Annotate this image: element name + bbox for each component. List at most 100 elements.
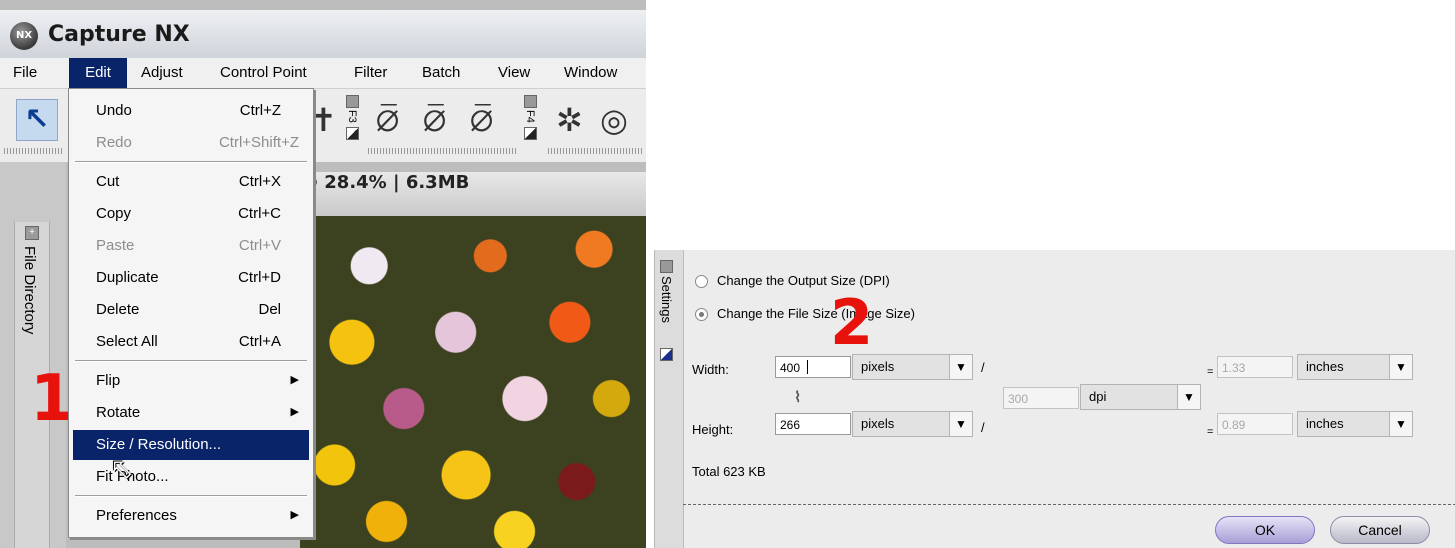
left-panel: + File Directory xyxy=(0,162,66,548)
dropdown-arrow-icon[interactable]: ▼ xyxy=(1389,355,1412,379)
settings-tab[interactable]: Settings xyxy=(655,250,684,548)
chain-link-icon[interactable]: ⌇ xyxy=(794,388,801,406)
file-size-label: Change the File Size (Image Size) xyxy=(717,306,915,321)
menu-item-preferences[interactable]: Preferences ▶ xyxy=(73,501,309,531)
menu-item-label: Delete xyxy=(96,301,140,318)
menu-adjust[interactable]: Adjust xyxy=(141,58,183,88)
width-unit-value: pixels xyxy=(861,359,895,374)
menu-item-duplicate[interactable]: Duplicate Ctrl+D xyxy=(73,263,309,293)
fkey-f3[interactable]: F3 xyxy=(344,95,360,147)
height-inches-unit-value: inches xyxy=(1306,416,1344,431)
menu-file[interactable]: File xyxy=(13,58,47,88)
white-point-dropper-icon[interactable]: ⦱ xyxy=(470,101,493,140)
height-inches-unit-select[interactable]: inches ▼ xyxy=(1297,411,1413,437)
menu-item-delete[interactable]: Delete Del xyxy=(73,295,309,325)
nx-logo-icon: NX xyxy=(10,22,38,50)
red-eye-tool-icon[interactable]: ◎ xyxy=(600,101,628,139)
fkey-f4-label: F4 xyxy=(524,110,536,123)
menu-item-flip[interactable]: Flip ▶ xyxy=(73,366,309,396)
submenu-arrow-icon: ▶ xyxy=(290,374,299,386)
height-unit-value: pixels xyxy=(861,416,895,431)
menu-item-cut[interactable]: Cut Ctrl+X xyxy=(73,167,309,197)
app-title: Capture NX xyxy=(48,22,190,47)
dropdown-arrow-icon[interactable]: ▼ xyxy=(949,412,972,436)
menu-item-label: Undo xyxy=(96,102,132,119)
menu-view[interactable]: View xyxy=(498,58,530,88)
menu-item-label: Cut xyxy=(96,173,120,190)
menu-item-fit-photo[interactable]: Fit Photo... xyxy=(73,462,309,492)
menu-window[interactable]: Window xyxy=(564,58,617,88)
selection-control-point-icon[interactable]: ✲ xyxy=(556,101,583,139)
menu-item-label: Flip xyxy=(96,372,121,389)
dropdown-arrow-icon[interactable]: ▼ xyxy=(949,355,972,379)
menu-item-redo[interactable]: Redo Ctrl+Shift+Z xyxy=(73,128,309,158)
size-resolution-panel: Settings Change the Output Size (DPI) Ch… xyxy=(654,250,1455,548)
settings-label: Settings xyxy=(659,276,674,323)
menu-item-copy[interactable]: Copy Ctrl+C xyxy=(73,199,309,229)
width-unit-select[interactable]: pixels ▼ xyxy=(852,354,973,380)
submenu-arrow-icon: ▶ xyxy=(290,406,299,418)
width-input[interactable]: 400 xyxy=(775,356,851,378)
menu-item-undo[interactable]: Undo Ctrl+Z xyxy=(73,96,309,126)
total-size-label: Total 623 KB xyxy=(692,464,766,479)
edit-menu-dropdown: Undo Ctrl+Z Redo Ctrl+Shift+Z Cut Ctrl+X… xyxy=(68,88,314,538)
image-info-header: @ 28.4% | 6.3MB xyxy=(300,172,646,216)
expand-plus-icon[interactable]: + xyxy=(25,226,39,240)
cancel-button[interactable]: Cancel xyxy=(1330,516,1430,544)
expand-corner-icon xyxy=(345,126,359,140)
black-point-dropper-icon[interactable]: ⦱ xyxy=(376,101,399,140)
direct-select-arrow-icon[interactable]: ↖ xyxy=(16,99,58,141)
toolbar-grip[interactable] xyxy=(548,148,642,154)
menu-filter[interactable]: Filter xyxy=(354,58,387,88)
menu-item-shortcut: Ctrl+V xyxy=(238,237,281,254)
height-input[interactable]: 266 xyxy=(775,413,851,435)
menu-item-label: Size / Resolution... xyxy=(96,436,222,453)
step-marker-2: 2 xyxy=(830,286,874,359)
neutral-point-dropper-icon[interactable]: ⦱ xyxy=(423,101,446,140)
dropdown-arrow-icon[interactable]: ▼ xyxy=(1177,385,1200,409)
resolution-input: 300 xyxy=(1003,387,1079,409)
equals-sign: = xyxy=(1207,426,1214,438)
menu-item-rotate[interactable]: Rotate ▶ xyxy=(73,398,309,428)
menu-separator xyxy=(75,495,307,497)
menu-item-shortcut: Ctrl+Z xyxy=(239,102,281,119)
toolbar-grip[interactable] xyxy=(4,148,62,154)
menu-item-shortcut: Ctrl+Shift+Z xyxy=(218,134,299,151)
menu-item-label: Duplicate xyxy=(96,269,159,286)
file-size-radio[interactable] xyxy=(695,308,708,321)
ok-button[interactable]: OK xyxy=(1215,516,1315,544)
divider xyxy=(683,504,1455,505)
resolution-unit-select[interactable]: dpi ▼ xyxy=(1080,384,1201,410)
crop-tool-icon[interactable]: ✝ xyxy=(310,101,337,139)
width-inches-unit-select[interactable]: inches ▼ xyxy=(1297,354,1413,380)
menu-item-size-resolution[interactable]: Size / Resolution... xyxy=(73,430,309,460)
text-caret xyxy=(807,360,808,374)
mouse-pointer-icon: ⬁ xyxy=(110,452,134,485)
height-unit-select[interactable]: pixels ▼ xyxy=(852,411,973,437)
toolbar-grip[interactable] xyxy=(368,148,516,154)
menu-item-paste[interactable]: Paste Ctrl+V xyxy=(73,231,309,261)
panel-toggle-icon[interactable] xyxy=(660,260,673,273)
fkey-f4[interactable]: F4 xyxy=(522,95,538,147)
title-bar: NX Capture NX xyxy=(0,10,646,58)
fkey-f3-label: F3 xyxy=(346,110,358,123)
menu-item-select-all[interactable]: Select All Ctrl+A xyxy=(73,327,309,357)
menu-control-point[interactable]: Control Point xyxy=(220,58,307,88)
menu-edit[interactable]: Edit xyxy=(69,58,127,88)
menu-separator xyxy=(75,360,307,362)
menu-item-label: Copy xyxy=(96,205,132,222)
submenu-arrow-icon: ▶ xyxy=(290,509,299,521)
panel-toggle-icon xyxy=(345,95,359,108)
capture-nx-window: NX Capture NX File Edit Adjust Control P… xyxy=(0,0,646,548)
output-size-radio[interactable] xyxy=(695,275,708,288)
slash-separator: / xyxy=(981,360,985,375)
equals-sign: = xyxy=(1207,366,1214,378)
menu-item-shortcut: Ctrl+C xyxy=(238,205,281,222)
dropdown-arrow-icon[interactable]: ▼ xyxy=(1389,412,1412,436)
slash-separator: / xyxy=(981,420,985,435)
width-inches-input: 1.33 xyxy=(1217,356,1293,378)
height-label: Height: xyxy=(692,422,734,437)
expand-corner-icon[interactable] xyxy=(660,348,673,361)
menu-item-label: Preferences xyxy=(96,507,177,524)
menu-batch[interactable]: Batch xyxy=(422,58,460,88)
